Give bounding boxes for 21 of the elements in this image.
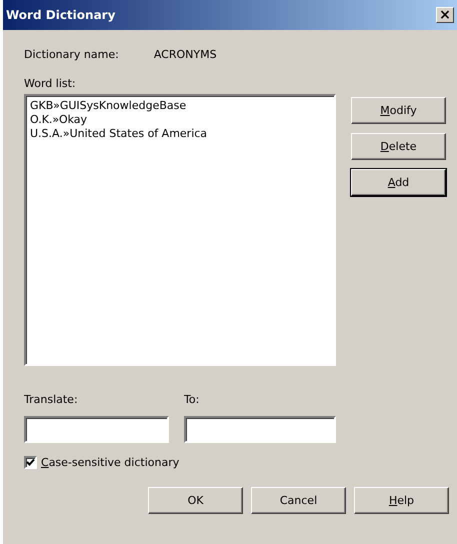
list-item[interactable]: U.S.A.»United States of America bbox=[30, 127, 330, 142]
field-label: Translate: bbox=[24, 393, 78, 407]
checkbox[interactable] bbox=[24, 456, 37, 469]
input-field[interactable] bbox=[184, 416, 336, 443]
field-label: To: bbox=[184, 393, 200, 407]
dialog-button[interactable]: Add bbox=[351, 169, 446, 196]
list-item[interactable]: GKB»GUISysKnowledgeBase bbox=[30, 99, 330, 114]
dictionary-name-value: ACRONYMS bbox=[154, 48, 217, 62]
field-label: Dictionary name: bbox=[24, 48, 119, 62]
dialog-button[interactable]: Delete bbox=[351, 133, 446, 160]
dialog-button[interactable]: Cancel bbox=[251, 486, 346, 514]
input-field[interactable] bbox=[24, 416, 169, 443]
field-label: Word list: bbox=[24, 77, 76, 90]
dialog-button[interactable]: OK bbox=[148, 486, 243, 514]
close-button[interactable]: × bbox=[436, 7, 454, 23]
checkbox-label[interactable]: Case-sensitive dictionary bbox=[41, 456, 180, 469]
list-item[interactable]: O.K.»Okay bbox=[30, 113, 330, 128]
dialog-button[interactable]: Help bbox=[354, 486, 449, 514]
dialog-button[interactable]: Modify bbox=[351, 97, 446, 124]
word-list[interactable]: GKB»GUISysKnowledgeBase O.K.»Okay U.S.A.»United States of America bbox=[24, 94, 336, 366]
window-title: Word Dictionary bbox=[6, 8, 116, 22]
